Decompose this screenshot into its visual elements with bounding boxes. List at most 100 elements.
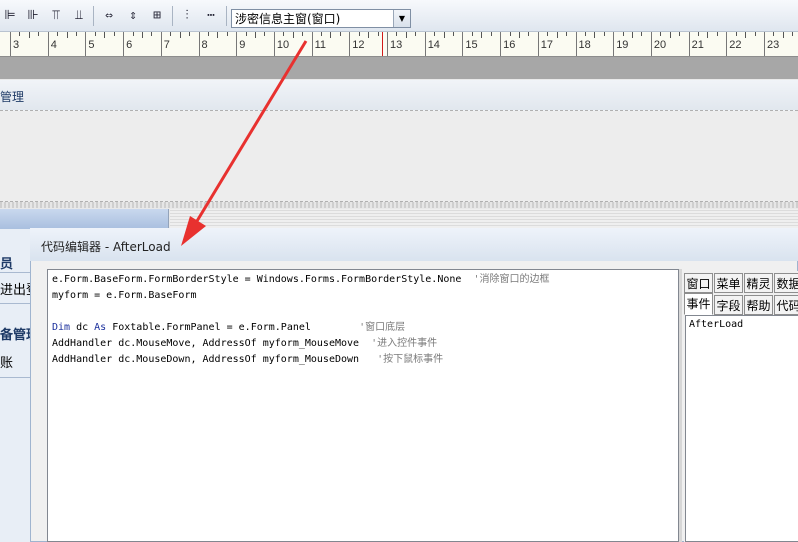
code-comment: '窗口底层 — [359, 322, 406, 333]
code-text: AddHandler dc.MouseDown, AddressOf myfor… — [52, 354, 378, 365]
code-line-5: AddHandler dc.MouseMove, AddressOf myfor… — [52, 338, 437, 350]
code-comment: '进入控件事件 — [371, 338, 438, 349]
ruler-minor-tick — [443, 32, 445, 38]
designer-section-header — [0, 80, 798, 111]
align-right-icon[interactable]: ⊪ — [25, 8, 41, 24]
ruler-minor-tick — [547, 32, 549, 36]
form-select-value: 涉密信息主窗(窗口) — [235, 12, 341, 26]
ruler-minor-tick — [735, 32, 737, 36]
ruler-minor-tick — [782, 32, 784, 38]
ruler-minor-tick — [245, 32, 247, 36]
nav-divider — [0, 377, 30, 378]
ruler-tick — [311, 32, 313, 56]
align-top-icon[interactable]: ⫪ — [48, 8, 64, 24]
designer-grid-area — [170, 209, 798, 229]
ruler-minor-tick — [415, 32, 417, 36]
ruler-label: 13 — [390, 39, 403, 51]
nav-item-4[interactable]: 账 — [0, 352, 13, 371]
ruler-tick — [688, 32, 690, 56]
designer-section-body — [0, 111, 798, 202]
ruler-label: 16 — [503, 39, 516, 51]
nav-panel-header — [0, 209, 168, 229]
ruler-label: 19 — [616, 39, 629, 51]
event-list-item[interactable]: AfterLoad — [689, 319, 743, 330]
ruler-minor-tick — [490, 32, 492, 36]
ruler-minor-tick — [716, 32, 718, 36]
ruler-minor-tick — [217, 32, 219, 38]
code-comment: '按下鼠标事件 — [377, 354, 444, 365]
ruler-minor-tick — [377, 32, 379, 36]
ruler-minor-tick — [594, 32, 596, 38]
code-comment: '消除窗口的边框 — [473, 274, 550, 285]
ruler-minor-tick — [226, 32, 228, 36]
code-textarea[interactable] — [47, 269, 679, 542]
ruler-minor-tick — [170, 32, 172, 36]
ruler-minor-tick — [104, 32, 106, 38]
designer-hatch-band — [0, 202, 798, 208]
code-line-4: Dim dc As Foxtable.FormPanel = e.Form.Pa… — [52, 322, 405, 334]
ruler-minor-tick — [57, 32, 59, 36]
ruler-label: 18 — [578, 39, 591, 51]
code-keyword: As — [94, 322, 107, 333]
ruler-label: 22 — [729, 39, 742, 51]
ruler-minor-tick — [566, 32, 568, 36]
ruler-minor-tick — [189, 32, 191, 36]
ruler-label: 4 — [50, 39, 57, 51]
ruler-minor-tick — [622, 32, 624, 36]
ruler: 3 4 5 6 7 8 9 10 11 12 13 14 15 16 17 18 19 20 21 22 23 — [0, 32, 798, 57]
ruler-minor-tick — [38, 32, 40, 36]
ruler-tick — [462, 32, 464, 56]
same-size-icon[interactable]: ⊞ — [149, 8, 165, 24]
ruler-tick — [236, 32, 238, 56]
ruler-minor-tick — [292, 32, 294, 38]
ruler-minor-tick — [358, 32, 360, 36]
ruler-minor-tick — [603, 32, 605, 36]
ruler-minor-tick — [745, 32, 747, 38]
tab-window[interactable]: 窗口 — [684, 273, 713, 293]
ruler-minor-tick — [28, 32, 30, 38]
chevron-down-icon[interactable]: ▼ — [393, 10, 410, 27]
ruler-minor-tick — [632, 32, 634, 38]
tab-wizard[interactable]: 精灵 — [744, 273, 773, 293]
tab-events[interactable]: 事件 — [684, 293, 713, 315]
ruler-minor-tick — [66, 32, 68, 38]
code-scrollbar[interactable] — [679, 269, 682, 542]
tab-fields[interactable]: 字段 — [714, 295, 743, 315]
align-bottom-icon[interactable]: ⫫ — [71, 8, 87, 24]
nav-divider — [0, 303, 30, 304]
toolbar-separator — [226, 6, 227, 26]
ruler-minor-tick — [151, 32, 153, 36]
vertical-spacing-icon[interactable]: ⫶ — [179, 8, 195, 24]
ruler-minor-tick — [321, 32, 323, 36]
tab-code[interactable]: 代码 — [774, 295, 798, 315]
ruler-tick — [273, 32, 275, 56]
ruler-label: 12 — [352, 39, 365, 51]
ruler-tick — [575, 32, 577, 56]
ruler-tick — [500, 32, 502, 56]
same-width-icon[interactable]: ⇔ — [101, 8, 117, 24]
code-text: Foxtable.FormPanel = e.Form.Panel — [106, 322, 360, 333]
align-left-icon[interactable]: ⊫ — [2, 8, 18, 24]
ruler-tick — [424, 32, 426, 56]
designer-gray-band — [0, 57, 798, 79]
form-select-dropdown[interactable]: 涉密信息主窗(窗口) ▼ — [231, 9, 411, 28]
ruler-label: 23 — [767, 39, 780, 51]
ruler-label: 11 — [314, 39, 327, 51]
tab-data[interactable]: 数据 — [774, 273, 798, 293]
ruler-minor-tick — [302, 32, 304, 36]
toolbar-separator — [93, 6, 94, 26]
tab-help[interactable]: 帮助 — [744, 295, 773, 315]
nav-item-1[interactable]: 员 — [0, 253, 13, 272]
tab-menu[interactable]: 菜单 — [714, 273, 743, 293]
code-text: AddHandler dc.MouseMove, AddressOf myfor… — [52, 338, 372, 349]
ruler-minor-tick — [669, 32, 671, 38]
ruler-tick — [198, 32, 200, 56]
ruler-minor-tick — [584, 32, 586, 36]
same-height-icon[interactable]: ⇕ — [125, 8, 141, 24]
horizontal-spacing-icon[interactable]: ⋯ — [203, 8, 219, 24]
ruler-minor-tick — [19, 32, 21, 36]
ruler-minor-tick — [283, 32, 285, 36]
ruler-minor-tick — [255, 32, 257, 38]
ruler-label: 15 — [465, 39, 478, 51]
toolbar-separator — [172, 6, 173, 26]
